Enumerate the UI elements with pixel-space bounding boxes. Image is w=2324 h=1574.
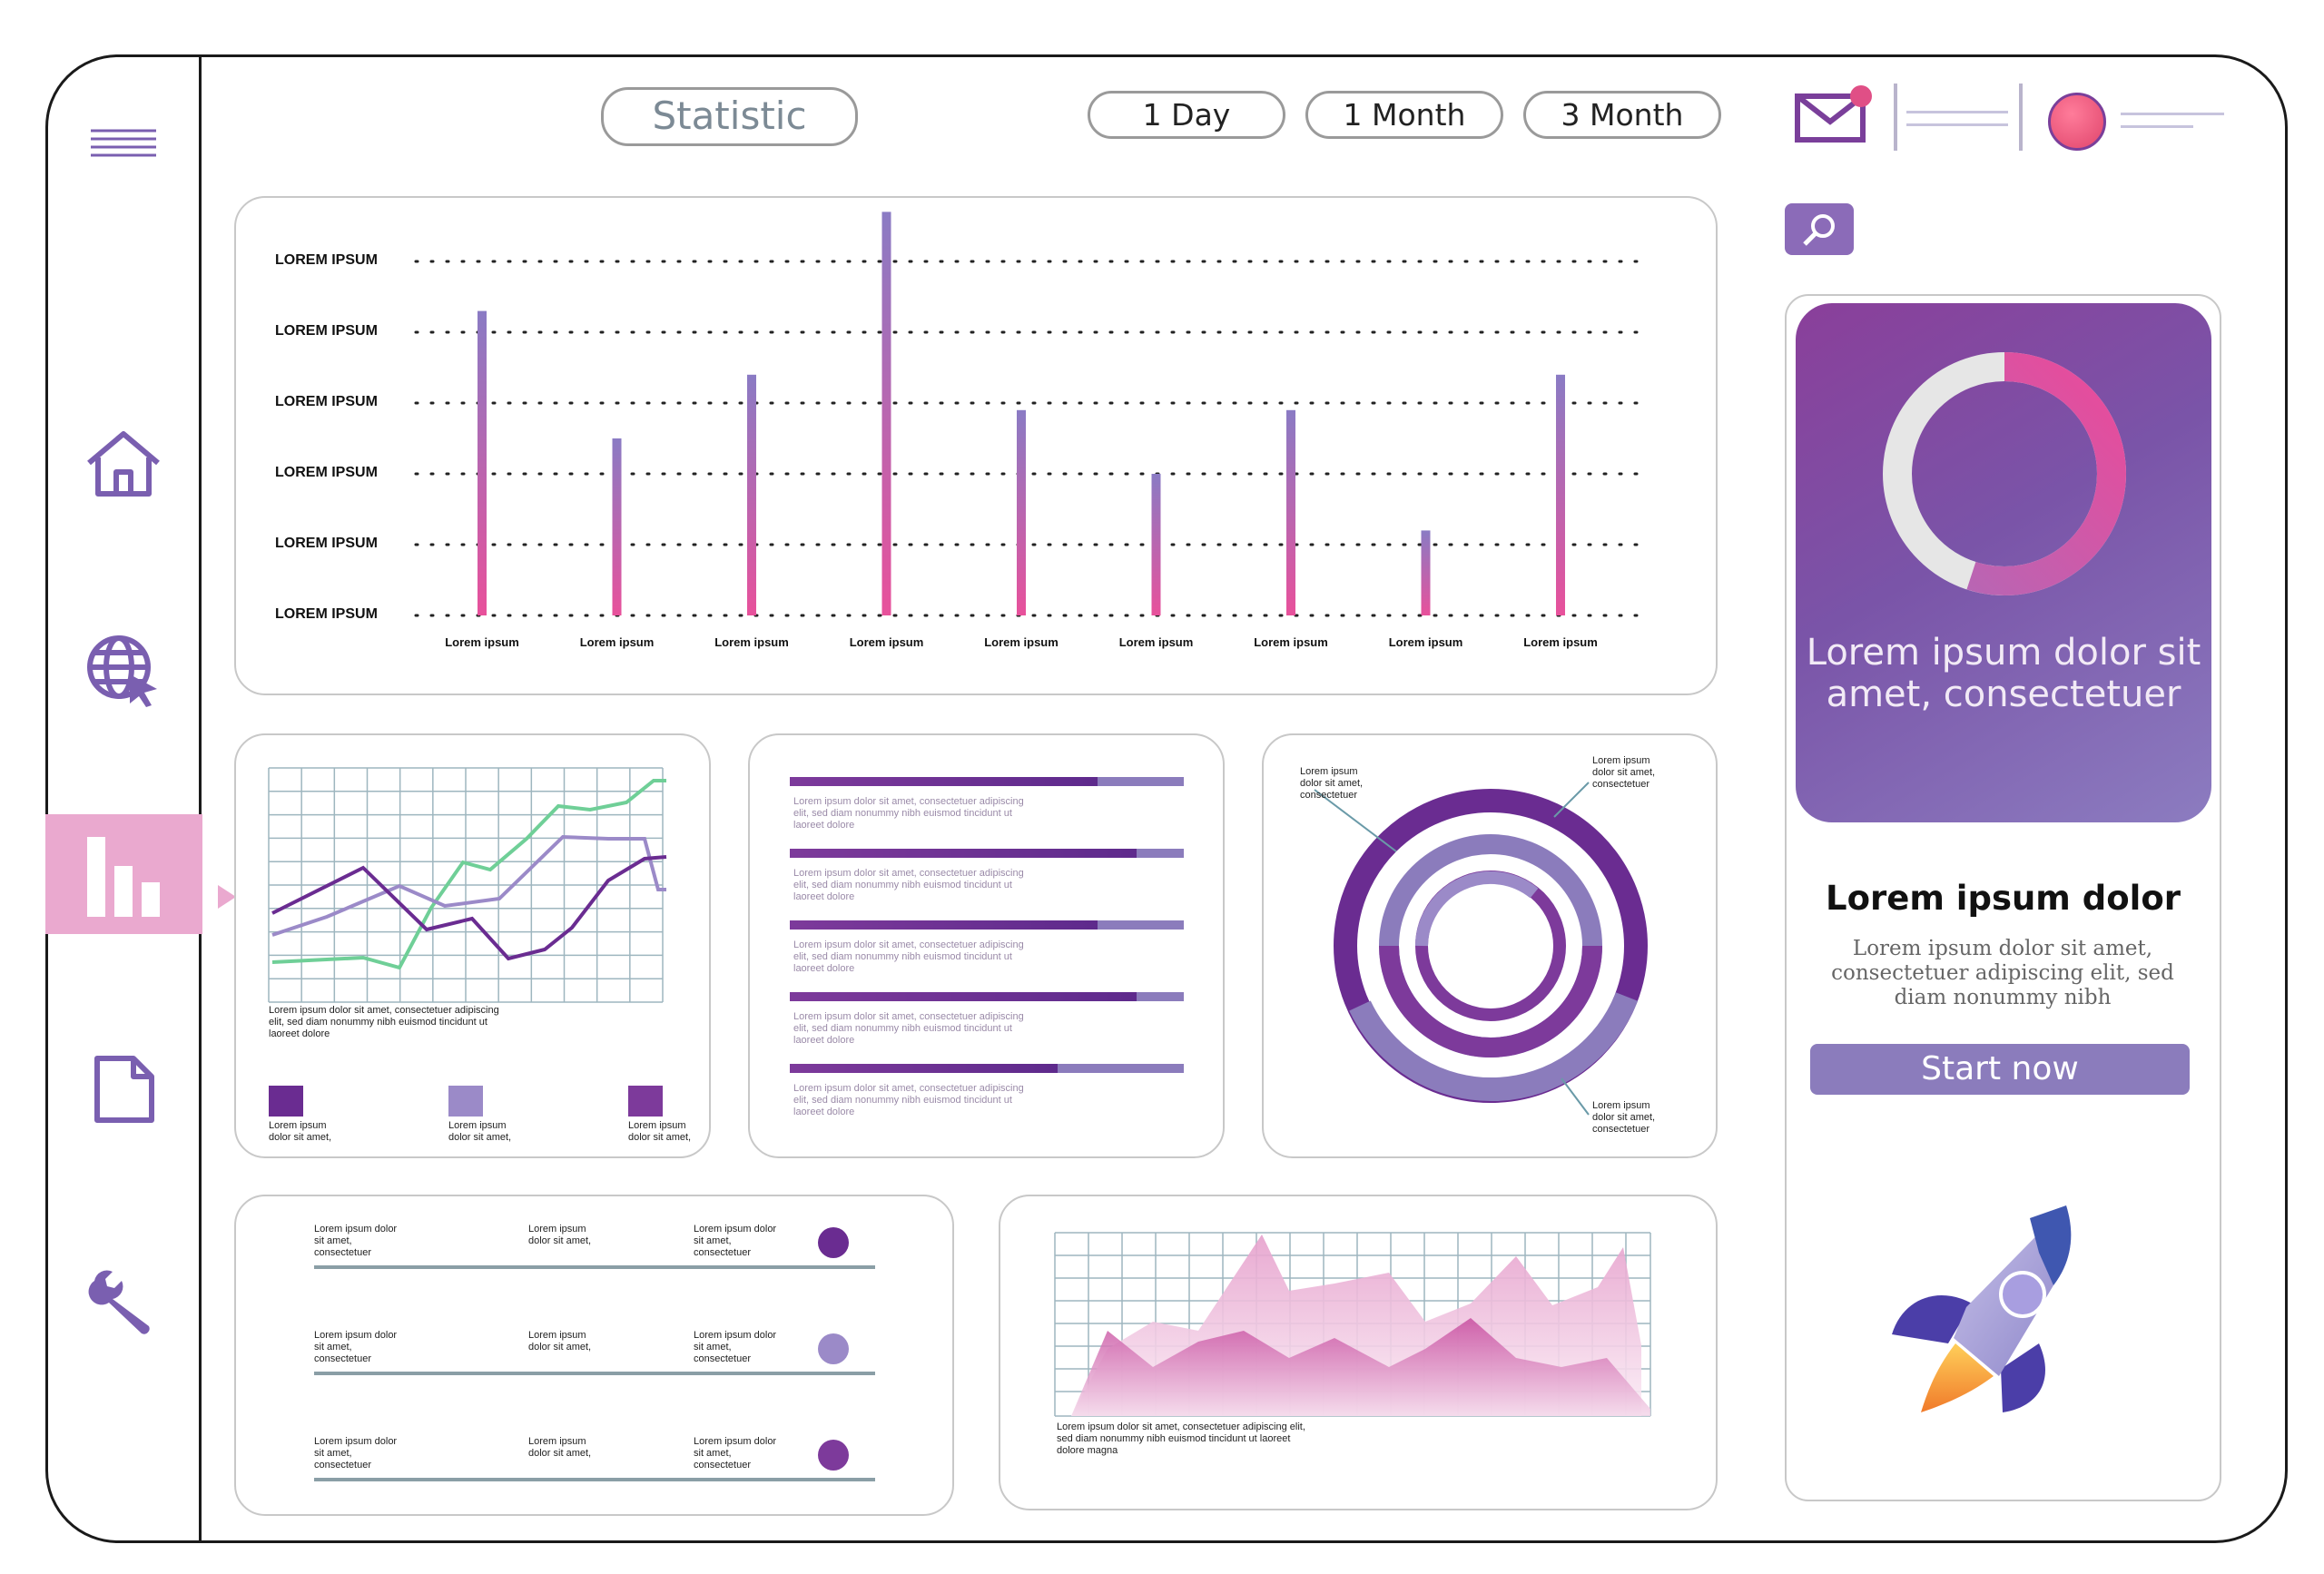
header-placeholder-line bbox=[1906, 111, 2008, 113]
start-now-button[interactable]: Start now bbox=[1810, 1044, 2190, 1095]
x-axis-label: Lorem ipsum bbox=[579, 635, 655, 649]
row-divider bbox=[314, 1265, 875, 1269]
legend-label: Lorem ipsum dolor sit amet, bbox=[269, 1120, 332, 1143]
bar bbox=[478, 310, 487, 615]
home-icon[interactable] bbox=[45, 427, 202, 499]
header-placeholder-line bbox=[1906, 123, 2008, 126]
ring-label-3: Lorem ipsum dolor sit amet, consectetuer bbox=[1592, 1100, 1656, 1135]
legend-label: Lorem ipsum dolor sit amet, bbox=[448, 1120, 512, 1143]
table-cell: Lorem ipsum dolor sit amet, bbox=[528, 1224, 592, 1246]
x-axis-label: Lorem ipsum bbox=[1388, 635, 1463, 649]
area-chart bbox=[1054, 1232, 1651, 1417]
legend-swatch bbox=[448, 1086, 483, 1117]
header-divider bbox=[2019, 84, 2023, 151]
progress-label: Lorem ipsum dolor sit amet, consectetuer… bbox=[793, 939, 1024, 974]
progress-fill bbox=[790, 1064, 1059, 1073]
bar bbox=[881, 212, 891, 615]
promo-hero-text: Lorem ipsum dolor sit amet, consectetuer bbox=[1806, 632, 2201, 715]
progress-track bbox=[790, 920, 1184, 930]
series-line bbox=[271, 779, 666, 970]
bar bbox=[1017, 409, 1026, 615]
page-title: Statistic bbox=[601, 87, 858, 146]
x-axis-label: Lorem ipsum bbox=[984, 635, 1059, 649]
progress-track bbox=[790, 1064, 1184, 1073]
wrench-icon[interactable] bbox=[45, 1266, 202, 1339]
progress-fill bbox=[790, 920, 1098, 930]
ring-label-2: Lorem ipsum dolor sit amet, consectetuer bbox=[1592, 755, 1656, 790]
header-divider bbox=[1894, 84, 1897, 151]
progress-label: Lorem ipsum dolor sit amet, consectetuer… bbox=[793, 1083, 1024, 1117]
legend-swatch bbox=[628, 1086, 663, 1117]
line-chart-caption: Lorem ipsum dolor sit amet, consectetuer… bbox=[269, 1005, 499, 1039]
avatar[interactable] bbox=[2048, 93, 2106, 151]
range-1-day-button[interactable]: 1 Day bbox=[1088, 91, 1285, 139]
table-cell: Lorem ipsum dolor sit amet, consectetuer bbox=[314, 1224, 398, 1258]
bar bbox=[1286, 409, 1295, 615]
bar bbox=[612, 438, 622, 615]
status-dot bbox=[818, 1440, 849, 1471]
progress-label: Lorem ipsum dolor sit amet, consectetuer… bbox=[793, 1011, 1024, 1046]
progress-label: Lorem ipsum dolor sit amet, consectetuer… bbox=[793, 796, 1024, 831]
progress-fill bbox=[790, 777, 1098, 786]
legend-label: Lorem ipsum dolor sit amet, bbox=[628, 1120, 692, 1143]
line-chart bbox=[268, 767, 667, 1003]
status-dot bbox=[818, 1333, 849, 1364]
globe-cursor-icon[interactable] bbox=[45, 631, 202, 713]
table-cell: Lorem ipsum dolor sit amet, consectetuer bbox=[694, 1330, 777, 1364]
table-cell: Lorem ipsum dolor sit amet, consectetuer bbox=[694, 1436, 777, 1471]
progress-track bbox=[790, 849, 1184, 858]
progress-track bbox=[790, 992, 1184, 1001]
x-axis-label: Lorem ipsum bbox=[1523, 635, 1598, 649]
series-line bbox=[271, 855, 667, 961]
x-axis-label: Lorem ipsum bbox=[849, 635, 924, 649]
document-icon[interactable] bbox=[45, 1053, 202, 1126]
search-icon bbox=[1803, 213, 1835, 246]
hamburger-icon[interactable] bbox=[45, 118, 202, 172]
bar-chart-icon[interactable] bbox=[45, 826, 202, 924]
row-divider bbox=[314, 1372, 875, 1375]
range-1-month-button[interactable]: 1 Month bbox=[1305, 91, 1503, 139]
range-3-month-button[interactable]: 3 Month bbox=[1523, 91, 1721, 139]
table-cell: Lorem ipsum dolor sit amet, bbox=[528, 1436, 592, 1459]
search-button[interactable] bbox=[1785, 203, 1854, 255]
legend-swatch bbox=[269, 1086, 303, 1117]
x-axis-label: Lorem ipsum bbox=[1254, 635, 1328, 649]
rocket-icon bbox=[1885, 1198, 2121, 1443]
area-chart-caption: Lorem ipsum dolor sit amet, consectetuer… bbox=[1057, 1422, 1305, 1456]
row-divider bbox=[314, 1478, 875, 1481]
active-indicator-arrow bbox=[218, 885, 236, 909]
promo-title: Lorem ipsum dolor bbox=[1826, 879, 2181, 918]
progress-ring bbox=[1883, 352, 2126, 595]
promo-hero: Lorem ipsum dolor sit amet, consectetuer bbox=[1796, 303, 2211, 822]
header-placeholder-line bbox=[2121, 113, 2224, 115]
table-cell: Lorem ipsum dolor sit amet, consectetuer bbox=[314, 1436, 398, 1471]
progress-label: Lorem ipsum dolor sit amet, consectetuer… bbox=[793, 868, 1024, 902]
main-bar-chart bbox=[414, 212, 1643, 617]
bar bbox=[1151, 474, 1161, 615]
progress-fill bbox=[790, 849, 1137, 858]
promo-description: Lorem ipsum dolor sit amet, consectetuer… bbox=[1831, 937, 2174, 1009]
bar bbox=[1421, 530, 1431, 615]
mail-icon[interactable] bbox=[1794, 84, 1874, 147]
x-axis-label: Lorem ipsum bbox=[714, 635, 789, 649]
table-cell: Lorem ipsum dolor sit amet, bbox=[528, 1330, 592, 1353]
bar bbox=[747, 374, 756, 615]
table-cell: Lorem ipsum dolor sit amet, consectetuer bbox=[314, 1330, 398, 1364]
table-cell: Lorem ipsum dolor sit amet, consectetuer bbox=[694, 1224, 777, 1258]
x-axis-label: Lorem ipsum bbox=[445, 635, 519, 649]
ring-label-1: Lorem ipsum dolor sit amet, consectetuer bbox=[1300, 766, 1364, 801]
bar bbox=[1556, 374, 1565, 615]
progress-track bbox=[790, 777, 1184, 786]
header-placeholder-line bbox=[2121, 125, 2193, 128]
progress-fill bbox=[790, 992, 1137, 1001]
status-dot bbox=[818, 1227, 849, 1258]
x-axis-label: Lorem ipsum bbox=[1118, 635, 1194, 649]
